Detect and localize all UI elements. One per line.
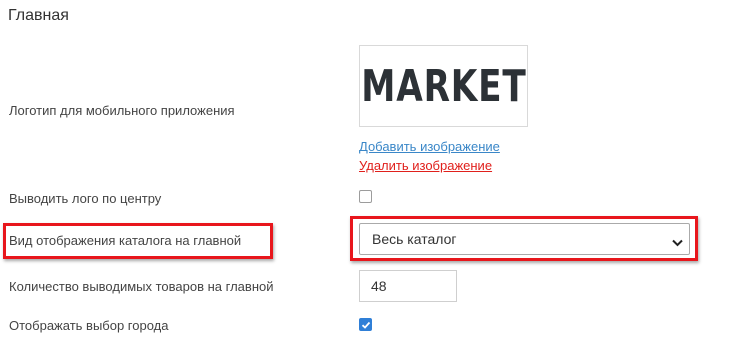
center-logo-checkbox[interactable]	[359, 190, 372, 203]
logo-label: Логотип для мобильного приложения	[9, 103, 235, 118]
logo-preview: MARKET	[359, 45, 528, 127]
catalog-view-selected-value: Весь каталог	[372, 231, 457, 247]
city-select-checkbox[interactable]	[359, 318, 372, 331]
logo-image-text: MARKET	[360, 60, 527, 112]
checkmark-icon	[361, 321, 371, 329]
products-count-label: Количество выводимых товаров на главной	[9, 279, 274, 294]
city-select-label: Отображать выбор города	[9, 318, 169, 333]
center-logo-label: Выводить лого по центру	[9, 191, 162, 206]
section-title: Главная	[8, 7, 69, 24]
chevron-down-icon	[672, 234, 683, 250]
delete-image-link[interactable]: Удалить изображение	[359, 158, 492, 173]
catalog-view-select[interactable]: Весь каталог	[359, 223, 690, 255]
add-image-link[interactable]: Добавить изображение	[359, 139, 500, 154]
catalog-view-label: Вид отображения каталога на главной	[9, 233, 242, 248]
products-count-input[interactable]: 48	[359, 270, 457, 302]
